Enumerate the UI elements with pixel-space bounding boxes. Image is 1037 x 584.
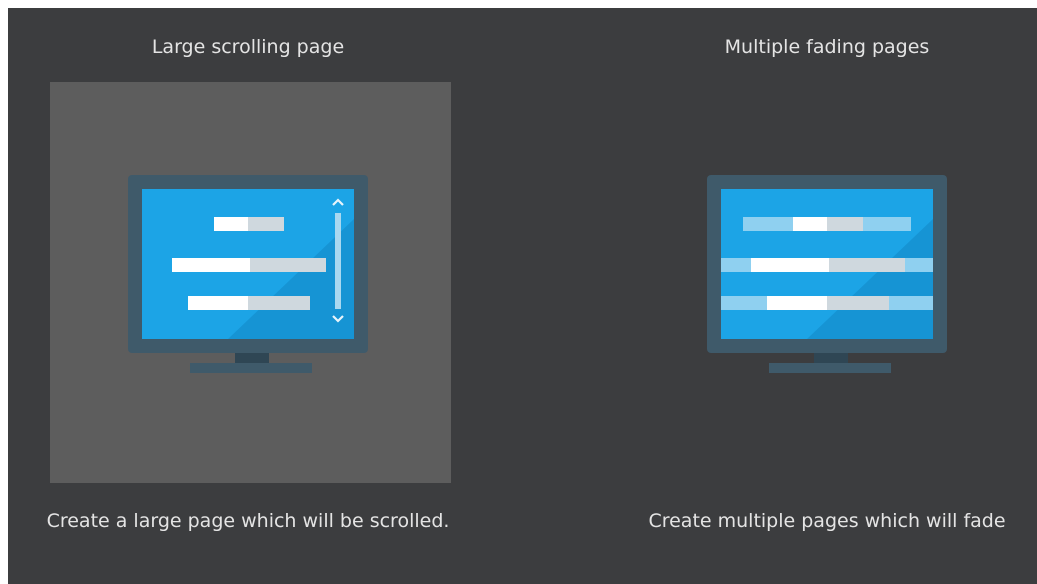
option-large-scrolling-page[interactable]: Large scrolling page Create a large page… [38, 8, 458, 584]
option-title: Multiple fading pages [724, 36, 930, 58]
option-multiple-fading-pages[interactable]: Multiple fading pages Create multiple pa… [617, 8, 1037, 584]
option-tile[interactable] [629, 82, 1030, 483]
monitor-scrolling-icon [128, 175, 368, 373]
monitor-fading-icon [707, 175, 947, 373]
page-type-panel: Large scrolling page Create a large page… [8, 8, 1037, 584]
option-title: Large scrolling page [151, 36, 345, 58]
option-description: Create multiple pages which will fade [648, 510, 1006, 532]
option-description: Create a large page which will be scroll… [46, 510, 450, 532]
option-tile-selected[interactable] [50, 82, 451, 483]
